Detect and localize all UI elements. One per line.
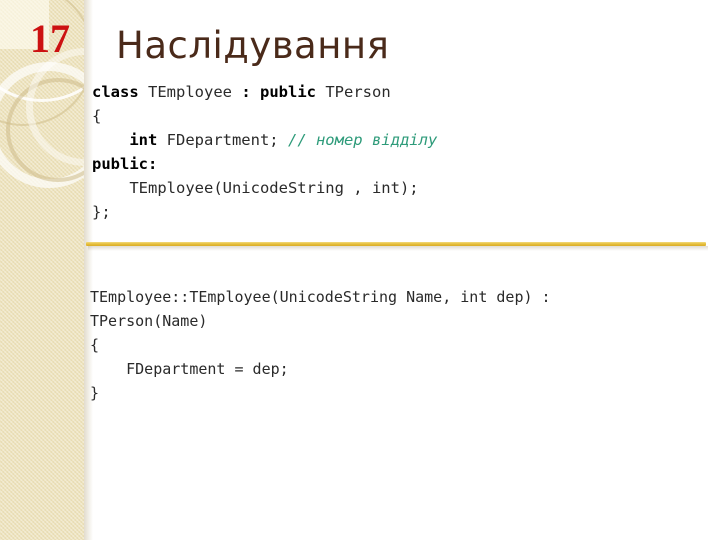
decorative-sidebar: [0, 0, 84, 540]
code-line: FDepartment = dep;: [90, 357, 551, 381]
code-token-plain: {: [92, 107, 102, 125]
code-token-plain: {: [90, 336, 100, 354]
code-line: TEmployee(UnicodeString , int);: [92, 176, 437, 200]
code-token-keyword: public:: [92, 155, 158, 173]
code-line: TPerson(Name): [90, 309, 551, 333]
code-token-comment: // номер відділу: [287, 131, 438, 149]
code-line: class TEmployee : public TPerson: [92, 80, 437, 104]
section-divider-shadow: [88, 246, 708, 251]
code-token-plain: TEmployee::TEmployee(UnicodeString Name,…: [90, 288, 551, 306]
code-line: {: [90, 333, 551, 357]
code-token-identifier: TEmployee(UnicodeString , int);: [92, 179, 419, 197]
code-token-keyword: int: [129, 131, 167, 149]
code-token-identifier: FDepartment;: [166, 131, 288, 149]
code-line: TEmployee::TEmployee(UnicodeString Name,…: [90, 285, 551, 309]
code-block-constructor-definition: TEmployee::TEmployee(UnicodeString Name,…: [90, 285, 551, 405]
code-token-keyword: public: [260, 83, 326, 101]
code-line: public:: [92, 152, 437, 176]
slide-number: 17: [30, 16, 70, 61]
code-token-identifier: TEmployee: [148, 83, 242, 101]
code-line: }: [90, 381, 551, 405]
code-token-plain: }: [90, 384, 100, 402]
code-token-keyword: :: [241, 83, 260, 101]
code-line: };: [92, 200, 437, 224]
code-token-identifier: TPerson: [325, 83, 391, 101]
code-token-plain: };: [92, 203, 111, 221]
code-token-plain: FDepartment = dep;: [90, 360, 289, 378]
code-token-keyword: class: [92, 83, 148, 101]
code-block-class-declaration: class TEmployee : public TPerson { int FD…: [92, 80, 437, 224]
slide-canvas: 17 Наслідування class TEmployee : public…: [0, 0, 720, 540]
code-line: int FDepartment; // номер відділу: [92, 128, 437, 152]
page-title: Наслідування: [116, 24, 390, 67]
code-token-plain: TPerson(Name): [90, 312, 208, 330]
code-line: {: [92, 104, 437, 128]
sidebar-texture: [0, 0, 84, 540]
